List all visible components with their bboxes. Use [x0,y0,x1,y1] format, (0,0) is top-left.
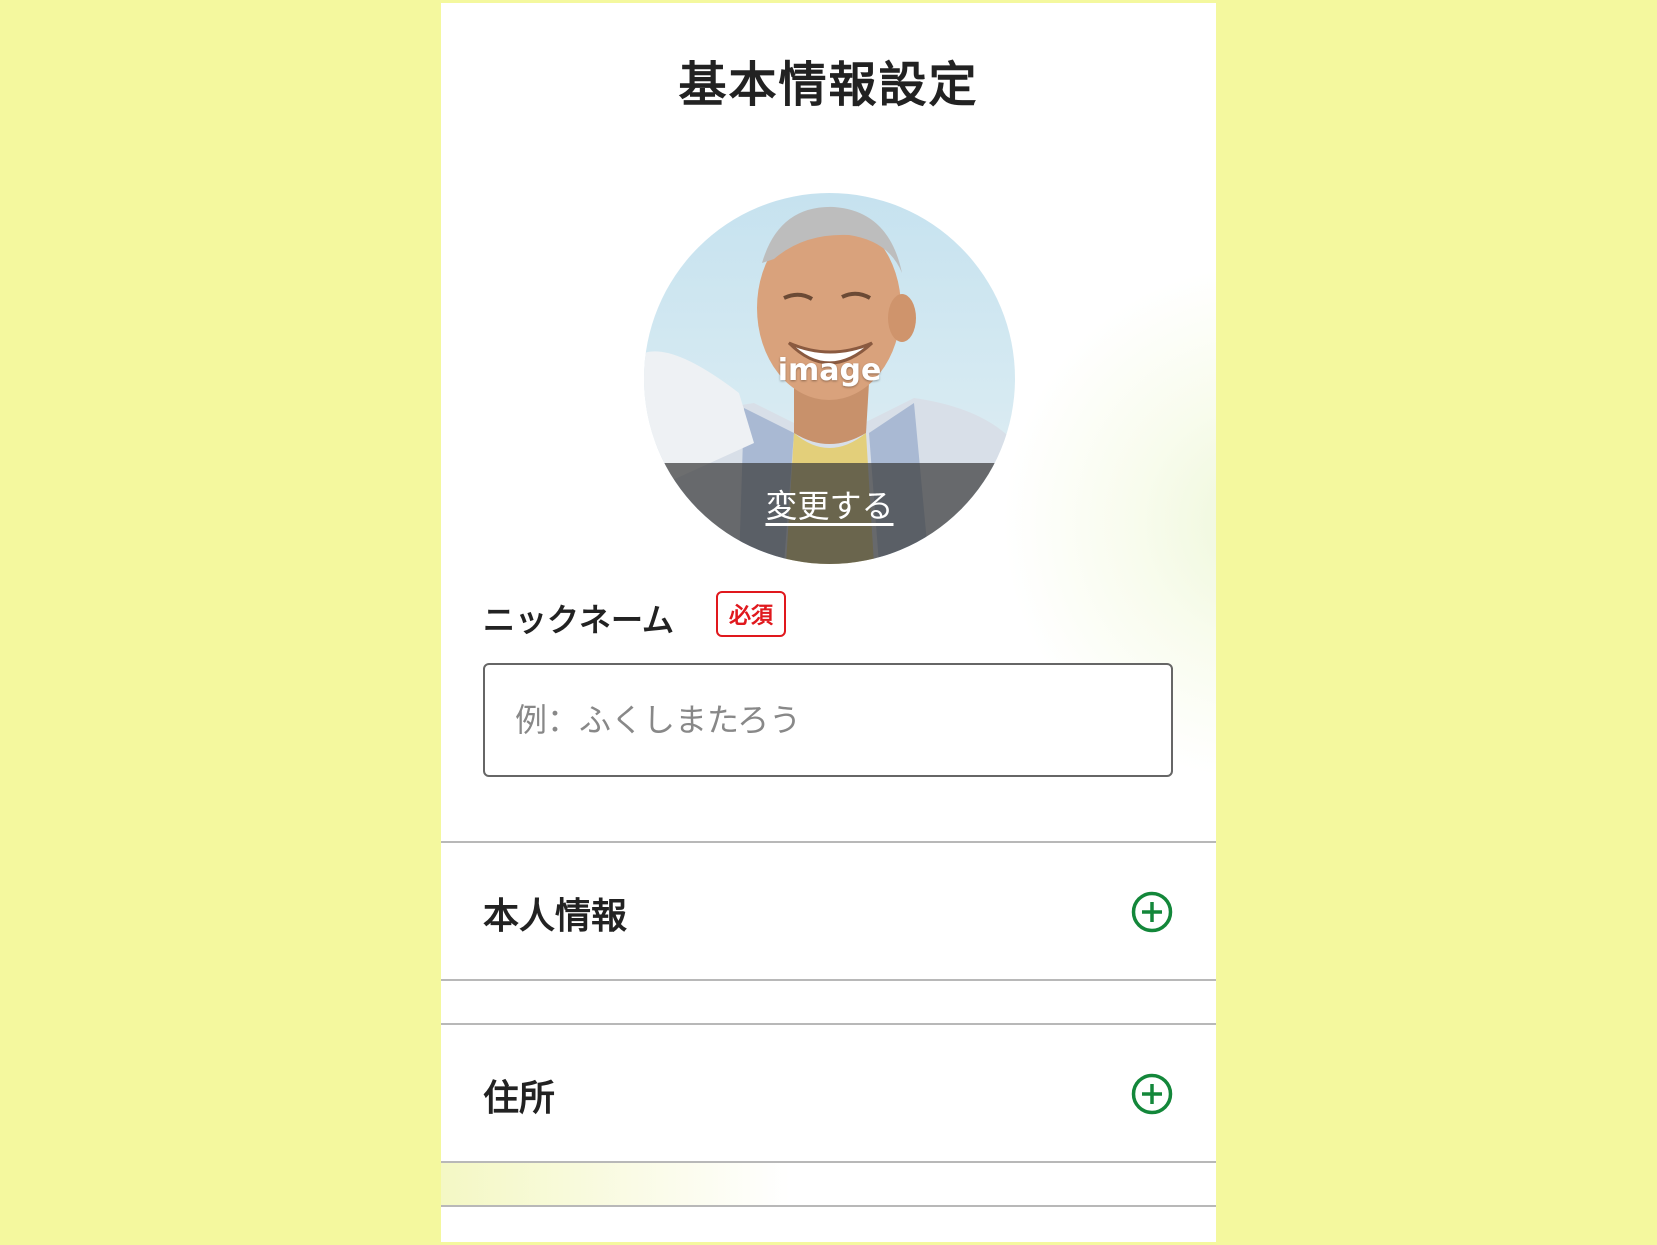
accordion-address[interactable]: 住所 [441,1025,1216,1161]
required-badge: 必須 [716,591,786,637]
nickname-input[interactable] [483,663,1173,777]
section-gap [441,981,1216,1023]
divider [441,1205,1216,1207]
accordion-title: 本人情報 [483,896,628,937]
nickname-label: ニックネーム [483,601,675,639]
profile-avatar[interactable]: image 変更する [644,193,1015,564]
section-gap [441,1163,1216,1205]
accordion-personal-info[interactable]: 本人情報 [441,843,1216,979]
accordion-title: 住所 [483,1078,556,1119]
plus-circle-icon[interactable] [1131,1073,1173,1115]
page-title: 基本情報設定 [678,57,979,113]
image-placeholder-label: image [777,353,882,388]
settings-panel: 基本情報設定 image 変更する ニックネーム 必須 例：ふくしまたろう 本人… [441,3,1216,1242]
plus-circle-icon[interactable] [1131,891,1173,933]
change-avatar-link[interactable]: 変更する [644,481,1015,527]
